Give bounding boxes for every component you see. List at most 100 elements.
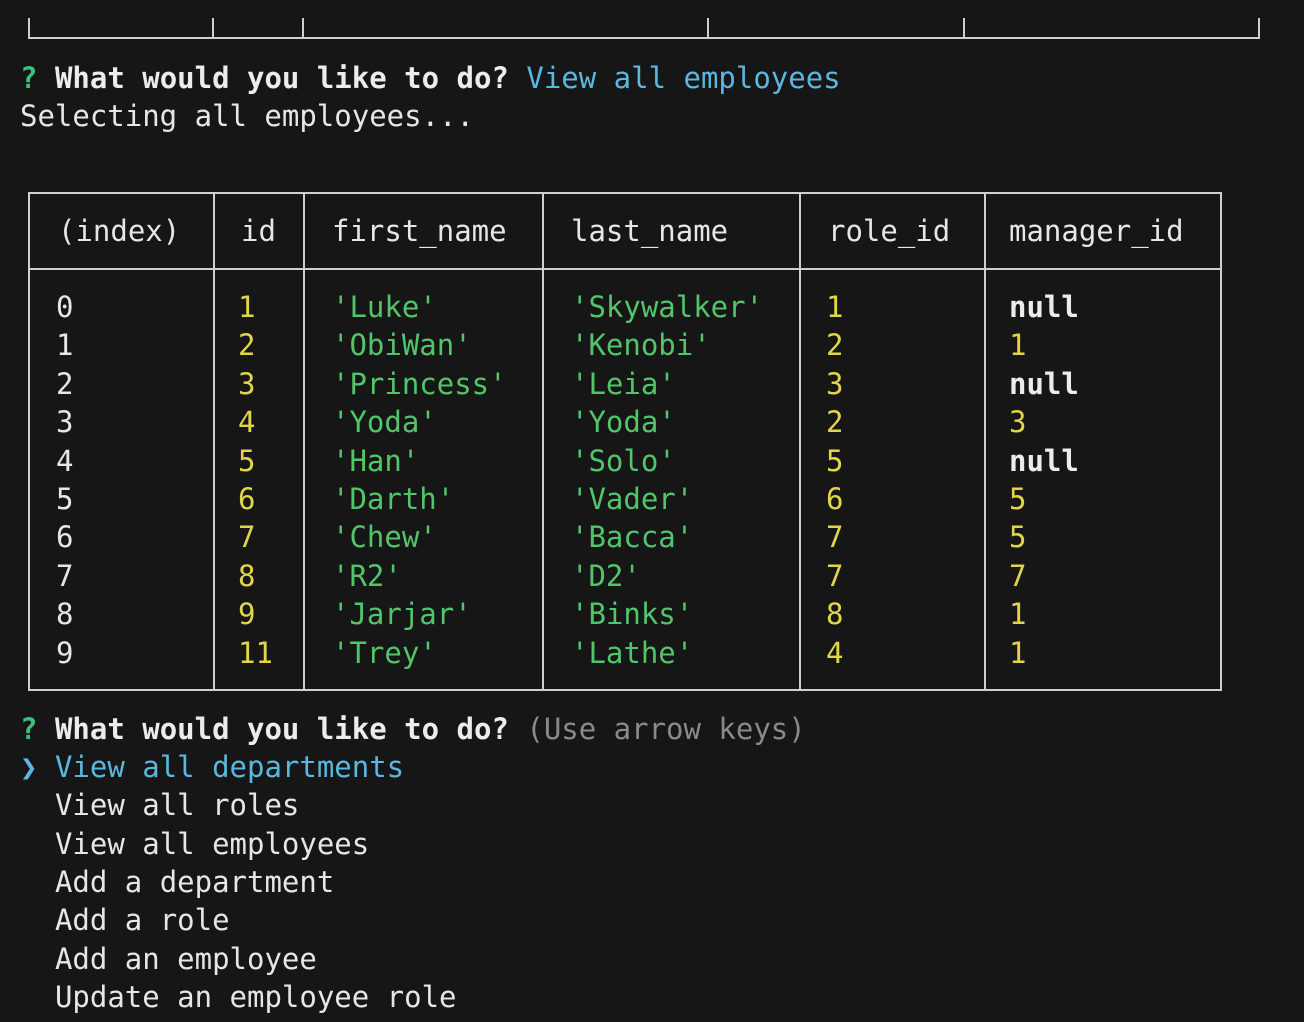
cell-first-name: 'R2' [332, 558, 402, 593]
cell-id: 11 [238, 635, 273, 670]
cell-last-name: 'Solo' [571, 443, 676, 478]
header-manager-id: manager_id [1009, 214, 1184, 248]
cell-index: 2 [56, 366, 74, 401]
selection-pointer-icon [20, 827, 37, 861]
menu-item-label: Update an employee role [54, 979, 457, 1014]
selection-pointer-icon [20, 980, 37, 1014]
cell-id: 2 [238, 328, 256, 363]
menu-item-view-all-departments[interactable]: ❯ View all departments [20, 748, 404, 786]
header-id: id [241, 214, 276, 248]
cell-first-name: 'Chew' [332, 520, 437, 555]
cell-role-id: 1 [826, 290, 844, 324]
column-manager-id: null 1 null 3 null 5 5 7 1 1 [1009, 288, 1079, 672]
prompt-hint: (Use arrow keys) [526, 712, 806, 746]
menu-item-view-all-roles[interactable]: View all roles [20, 786, 299, 824]
cell-manager-id: 1 [1009, 328, 1027, 363]
column-role-id: 1232567784 [826, 288, 843, 672]
cell-first-name: 'Luke' [332, 290, 437, 324]
cell-manager-id: 1 [1009, 597, 1027, 632]
cell-role-id: 5 [826, 443, 844, 478]
menu-item-label: View all employees [54, 826, 370, 861]
cell-first-name: 'Jarjar' [332, 597, 472, 632]
cell-role-id: 2 [826, 405, 844, 440]
prompt-question: What would you like to do? [54, 61, 509, 95]
cell-manager-id: 5 [1009, 520, 1027, 555]
cell-index: 0 [56, 290, 74, 324]
cell-manager-id: 5 [1009, 481, 1027, 516]
cell-id: 7 [238, 520, 256, 555]
cell-last-name: 'Skywalker' [571, 290, 764, 324]
cell-first-name: 'Yoda' [332, 405, 437, 440]
selection-pointer-icon: ❯ [20, 750, 38, 784]
cell-last-name: 'Vader' [571, 481, 694, 516]
cell-index: 1 [56, 328, 74, 363]
selection-pointer-icon [20, 942, 37, 976]
menu-item-add-an-employee[interactable]: Add an employee [20, 940, 317, 978]
column-index: 0 12 345 67 89 [56, 288, 73, 672]
cell-role-id: 7 [826, 520, 844, 555]
cell-id: 6 [238, 481, 256, 516]
menu-item-view-all-employees[interactable]: View all employees [20, 825, 369, 863]
cell-role-id: 7 [826, 558, 844, 593]
cell-last-name: 'Bacca' [571, 520, 694, 555]
cell-last-name: 'Leia' [571, 366, 676, 401]
cell-manager-id: 3 [1009, 405, 1027, 440]
selection-pointer-icon [20, 865, 37, 899]
cell-manager-id: null [1009, 443, 1079, 478]
menu-item-add-a-role[interactable]: Add a role [20, 901, 230, 939]
cell-role-id: 4 [826, 635, 844, 670]
cell-last-name: 'Yoda' [571, 405, 676, 440]
cell-index: 3 [56, 405, 74, 440]
cell-id: 8 [238, 558, 256, 593]
column-last-name: 'Skywalker' 'Kenobi' 'Leia' 'Yoda' 'Solo' 'Va… [571, 288, 763, 672]
prompt-line-1: ? What would you like to do? View all em… [20, 59, 841, 97]
previous-table-bottom-border [28, 18, 1260, 39]
status-line: Selecting all employees... [20, 99, 474, 133]
column-id: 1 2 3 4 5 6 7 8 9 11 [238, 288, 273, 672]
terminal-window: ? What would you like to do? View all em… [0, 0, 1304, 1022]
menu-item-add-a-department[interactable]: Add a department [20, 863, 334, 901]
employees-table: (index) id first_name last_name role_id … [28, 192, 1222, 691]
prompt-qmark: ? [20, 61, 38, 95]
cell-role-id: 6 [826, 481, 844, 516]
cell-last-name: 'Binks' [571, 597, 694, 632]
cell-last-name: 'Lathe' [571, 635, 694, 670]
cell-manager-id: null [1009, 290, 1079, 324]
cell-index: 8 [56, 597, 74, 632]
cell-last-name: 'D2' [571, 558, 641, 593]
prompt-question: What would you like to do? [54, 712, 509, 746]
cell-id: 1 [238, 290, 256, 324]
cell-id: 3 [238, 366, 256, 401]
prompt-qmark: ? [20, 712, 38, 746]
cell-manager-id: 7 [1009, 558, 1027, 593]
menu-item-label: Add a department [54, 864, 335, 899]
prompt-answer: View all employees [526, 61, 841, 95]
cell-id: 4 [238, 405, 256, 440]
menu-item-label: View all departments [54, 750, 405, 784]
column-first-name: 'Luke' 'ObiWan' 'Princess' 'Yoda' 'Han' 'Dart… [332, 288, 507, 672]
cell-first-name: 'ObiWan' [332, 328, 472, 363]
menu-item-label: Add an employee [54, 941, 317, 976]
cell-role-id: 3 [826, 366, 844, 401]
cell-role-id: 8 [826, 597, 844, 632]
cell-index: 9 [56, 635, 74, 670]
cell-index: 6 [56, 520, 74, 555]
cell-first-name: 'Trey' [332, 635, 437, 670]
menu-item-label: Add a role [54, 903, 230, 938]
header-index: (index) [58, 214, 181, 248]
cell-first-name: 'Han' [332, 443, 420, 478]
cell-index: 7 [56, 558, 74, 593]
cell-manager-id: 1 [1009, 635, 1027, 670]
cell-last-name: 'Kenobi' [571, 328, 711, 363]
selection-pointer-icon [20, 903, 37, 937]
cell-id: 9 [238, 597, 256, 632]
cell-manager-id: null [1009, 366, 1079, 401]
header-last-name: last_name [571, 214, 729, 248]
menu-item-update-an-employee-role[interactable]: Update an employee role [20, 978, 457, 1016]
prompt-line-2: ? What would you like to do? (Use arrow … [20, 710, 806, 748]
cell-id: 5 [238, 443, 256, 478]
cell-first-name: 'Princess' [332, 366, 507, 401]
menu-item-label: View all roles [54, 788, 300, 823]
cell-index: 5 [56, 481, 74, 516]
header-role-id: role_id [828, 214, 951, 248]
